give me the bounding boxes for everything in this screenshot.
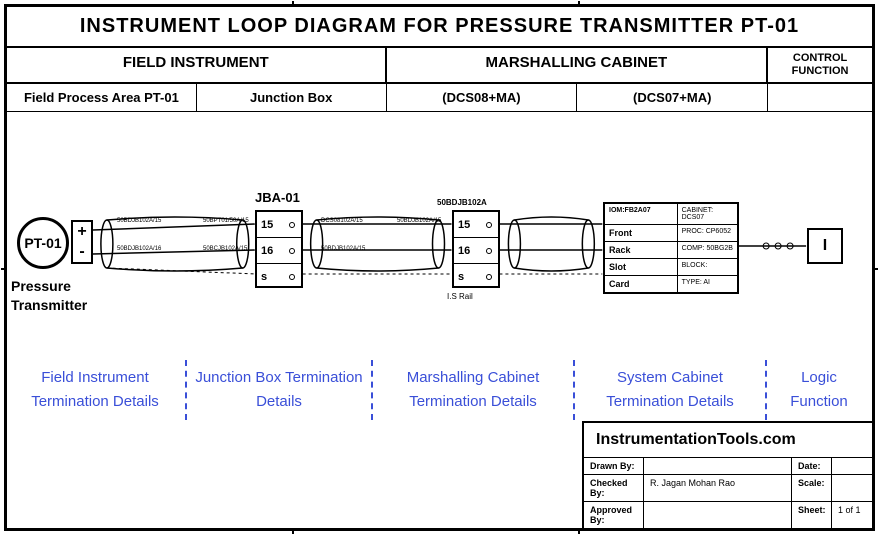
mc-terminal-15: 15 [454,212,498,238]
transmitter-symbol: PT-01 [17,217,69,269]
frame-tick-bot1 [292,528,294,534]
wiring-svg [7,112,872,352]
jb-terminal-16: 16 [257,238,301,264]
frame-tick-top2 [578,1,580,7]
junction-box: 15 16 s [255,210,303,288]
wire-label-6: 50BDJB102A/15 [321,246,365,252]
diagram-area: 50BDJB102A/15 50BDJB102A/16 50BPT01/50A/… [7,112,872,352]
terminal-minus: - [73,242,91,262]
jb-terminal-s: s [257,264,301,290]
sep-4 [765,360,767,420]
header-marshalling: MARSHALLING CABINET [387,48,769,82]
tb-row-checked: Checked By: R. Jagan Mohan Rao Scale: [584,475,872,502]
mc-terminal-s: s [454,264,498,290]
subheader-field-area: Field Process Area PT-01 [7,84,197,111]
subheader-row: Field Process Area PT-01 Junction Box (D… [7,84,872,112]
wire-label-7: 50BDJB102A/15 [397,218,441,224]
marshalling-box-label: 50BDJB102A [437,198,487,207]
tb-row-approved: Approved By: Sheet: 1 of 1 [584,502,872,528]
sys-row-2: RackCOMP: 50BG2B [605,242,737,259]
transmitter-tag: PT-01 [24,235,61,251]
label-field-term: Field Instrument Termination Details [7,360,183,420]
subheader-dcs07: (DCS07+MA) [577,84,768,111]
label-logic: Logic Function [769,360,869,420]
header-control: CONTROL FUNCTION [768,48,872,82]
drawing-frame: INSTRUMENT LOOP DIAGRAM FOR PRESSURE TRA… [4,4,875,531]
mc-terminal-16: 16 [454,238,498,264]
frame-tick-right [872,268,878,270]
label-system-term: System Cabinet Termination Details [577,360,763,420]
header-field: FIELD INSTRUMENT [7,48,387,82]
subheader-empty [768,84,872,111]
wire-label-4: 50BCJB102A/15 [203,246,247,252]
wire-label-1: 50BDJB102A/15 [117,218,161,224]
label-marshalling-term: Marshalling Cabinet Termination Details [375,360,571,420]
sys-row-1: FrontPROC: CP6052 [605,225,737,242]
subheader-junction: Junction Box [197,84,387,111]
label-junction-term: Junction Box Termination Details [189,360,369,420]
subheader-dcs08: (DCS08+MA) [387,84,578,111]
logic-function-symbol: I [807,228,843,264]
marshalling-sub: I.S Rail [447,292,473,301]
diagram-title: INSTRUMENT LOOP DIAGRAM FOR PRESSURE TRA… [7,7,872,48]
marshalling-box: 15 16 s [452,210,500,288]
sep-3 [573,360,575,420]
junction-box-label: JBA-01 [255,190,300,205]
sep-1 [185,360,187,420]
frame-tick-top1 [292,1,294,7]
terminal-plus: + [73,222,91,242]
transmitter-label: Pressure Transmitter [11,277,87,313]
jb-terminal-15: 15 [257,212,301,238]
title-block-site: InstrumentationTools.com [584,423,872,458]
sys-row-4: CardTYPE: AI [605,276,737,292]
system-cabinet: IOM:FB2A07CABINET: DCS07 FrontPROC: CP60… [603,202,739,294]
wire-label-3: 50BPT01/50A/15 [203,218,249,224]
sep-2 [371,360,373,420]
terminal-pm: + - [71,220,93,264]
wire-label-5: DCS08102A/15 [321,218,363,224]
sys-row-0: IOM:FB2A07CABINET: DCS07 [605,204,737,225]
sys-row-3: SlotBLOCK: [605,259,737,276]
title-block: InstrumentationTools.com Drawn By: Date:… [582,421,872,528]
frame-tick-bot2 [578,528,580,534]
tb-row-drawn: Drawn By: Date: [584,458,872,475]
wire-label-2: 50BDJB102A/16 [117,246,161,252]
header-row: FIELD INSTRUMENT MARSHALLING CABINET CON… [7,48,872,84]
